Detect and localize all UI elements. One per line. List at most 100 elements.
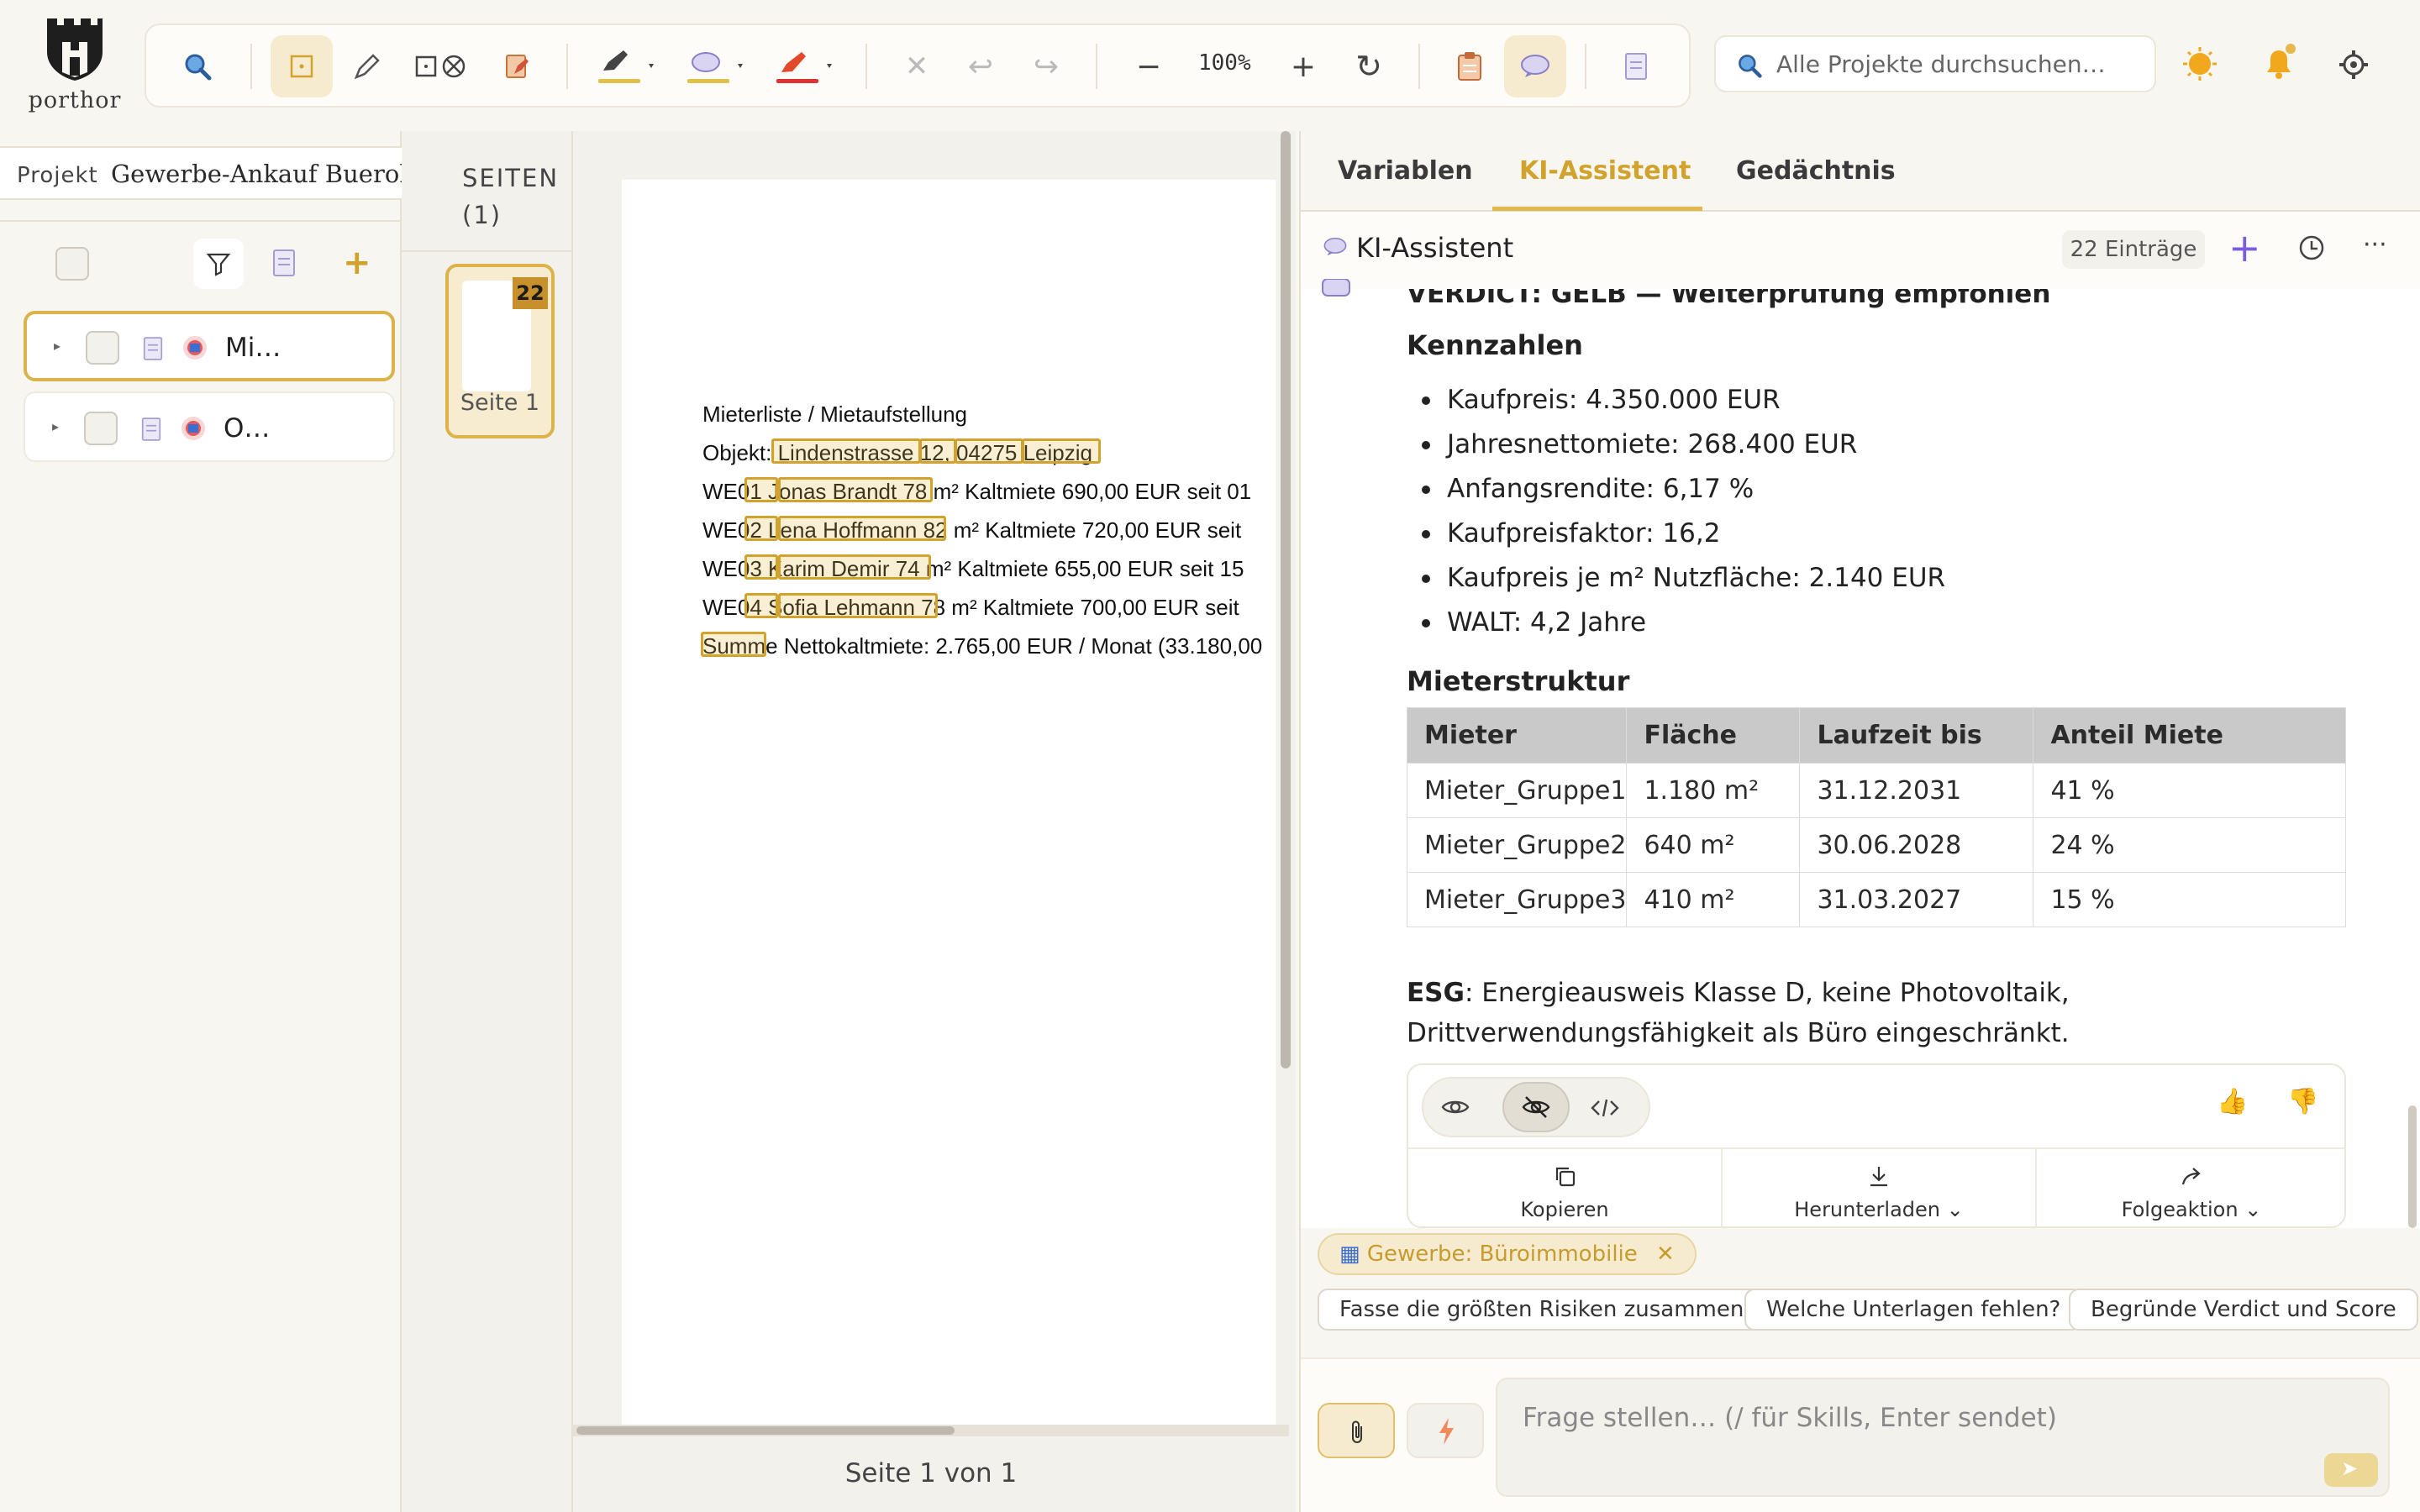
chat-toggle-button[interactable] <box>1504 35 1566 97</box>
category-chip[interactable]: ▦ Gewerbe: Büroimmobilie ✕ <box>1318 1233 1697 1275</box>
select-all-checkbox[interactable] <box>55 247 89 281</box>
zoom-out-button[interactable]: − <box>1118 35 1180 97</box>
caret-right-icon[interactable]: ▸ <box>54 338 60 354</box>
pen-icon <box>354 54 380 80</box>
viewer-horizontal-scrollbar[interactable] <box>573 1425 1289 1436</box>
close-icon[interactable]: ✕ <box>1656 1242 1675 1267</box>
comment-dropdown[interactable] <box>676 35 753 97</box>
attach-button[interactable] <box>1318 1403 1395 1458</box>
history-button[interactable] <box>2297 234 2326 265</box>
entity-highlight[interactable] <box>919 438 956 464</box>
pages-title: SEITEN <box>462 164 560 192</box>
entity-highlight[interactable] <box>744 593 778 618</box>
entity-highlight[interactable] <box>744 516 778 541</box>
zoom-in-button[interactable]: + <box>1272 35 1334 97</box>
table-cell: 24 % <box>2033 817 2346 873</box>
suggestion-chip[interactable]: Fasse die größten Risiken zusammen <box>1318 1289 1766 1331</box>
list-item: Kaufpreis je m² Nutzfläche: 2.140 EUR <box>1422 563 1945 593</box>
table-cell: 41 % <box>2033 763 2346 818</box>
send-button[interactable]: ➤ <box>2324 1453 2378 1487</box>
document-checkbox[interactable] <box>86 331 119 365</box>
theme-toggle-button[interactable] <box>2181 45 2218 82</box>
show-button[interactable] <box>1440 1094 1470 1124</box>
copy-button[interactable]: Kopieren <box>1408 1149 1721 1228</box>
redact-box-icon <box>415 55 466 78</box>
entity-highlight[interactable] <box>778 477 933 502</box>
rotate-button[interactable]: ↻ <box>1338 35 1400 97</box>
project-selector[interactable]: Projekt Gewerbe-Ankauf Buerohaus <box>0 146 424 200</box>
viewer-vertical-scrollbar[interactable] <box>1281 131 1291 1068</box>
close-icon: ✕ <box>904 50 929 83</box>
entity-highlight[interactable] <box>955 438 1023 464</box>
new-chat-button[interactable]: + <box>2228 225 2261 270</box>
tab-ai-assistant[interactable]: KI-Assistent <box>1519 156 1691 186</box>
entity-highlight[interactable] <box>778 593 938 618</box>
caret-right-icon[interactable]: ▸ <box>52 418 59 434</box>
category-label: Gewerbe: Büroimmobilie <box>1366 1242 1638 1267</box>
project-search-input[interactable]: Alle Projekte durchsuchen… <box>1714 35 2156 92</box>
clipboard-button[interactable] <box>1439 35 1501 97</box>
new-document-button[interactable] <box>272 249 296 281</box>
document-row[interactable]: ▸ Mi… <box>24 311 395 381</box>
tab-variables[interactable]: Variablen <box>1338 156 1473 186</box>
assistant-title: KI-Assistent <box>1356 232 1514 264</box>
pen-tool-button[interactable] <box>336 35 398 97</box>
notifications-button[interactable] <box>2259 42 2299 82</box>
settings-button[interactable] <box>2336 47 2371 82</box>
redact-tool-button[interactable] <box>405 35 481 97</box>
tab-memory[interactable]: Gedächtnis <box>1736 156 1896 186</box>
thumbs-up-button[interactable]: 👍 <box>2217 1087 2248 1116</box>
assistant-scrollbar[interactable] <box>2408 1105 2417 1228</box>
document-icon <box>1625 53 1647 80</box>
highlighter-dropdown[interactable] <box>587 35 664 97</box>
download-button[interactable]: Herunterladen ⌄ <box>1723 1149 2035 1228</box>
hide-button[interactable] <box>1502 1082 1570 1132</box>
color-pen-dropdown[interactable] <box>765 35 842 97</box>
list-item: Anfangsrendite: 6,17 % <box>1422 474 1754 504</box>
table-row: Mieter_Gruppe1 1.180 m² 31.12.2031 41 % <box>1407 763 2346 818</box>
pages-heading: SEITEN (1) <box>462 160 559 234</box>
chevron-down-icon: ⌄ <box>1946 1198 1964 1221</box>
ellipsis-icon: ··· <box>2363 230 2387 260</box>
entity-highlight[interactable] <box>771 438 921 464</box>
redo-button[interactable]: ↪ <box>1015 35 1077 97</box>
entity-highlight[interactable] <box>744 477 778 502</box>
scrollbar-thumb[interactable] <box>576 1426 955 1435</box>
mieter-heading: Mieterstruktur <box>1407 665 1630 697</box>
add-button[interactable]: + <box>343 244 371 282</box>
table-cell: 15 % <box>2033 872 2346 927</box>
select-tool-button[interactable] <box>271 35 333 97</box>
question-input[interactable]: Frage stellen… (/ für Skills, Enter send… <box>1496 1378 2390 1497</box>
entity-highlight[interactable] <box>1022 438 1101 464</box>
entity-highlight[interactable] <box>701 632 766 657</box>
thumbs-down-button[interactable]: 👎 <box>2287 1087 2318 1116</box>
note-tool-button[interactable] <box>486 35 548 97</box>
document-row[interactable]: ▸ O… <box>24 391 395 462</box>
document-checkbox[interactable] <box>84 412 118 445</box>
suggestion-chip[interactable]: Welche Unterlagen fehlen? <box>1744 1289 2083 1331</box>
app-logo[interactable]: porthor <box>25 17 124 116</box>
followup-button[interactable]: Folgeaktion ⌄ <box>2037 1149 2346 1228</box>
document-button[interactable] <box>1605 35 1667 97</box>
download-text: Herunterladen <box>1794 1198 1940 1221</box>
download-icon <box>1870 1167 1887 1187</box>
plus-icon: + <box>343 244 371 282</box>
skills-button[interactable] <box>1407 1403 1484 1458</box>
entity-highlight[interactable] <box>778 516 946 541</box>
page-thumbnail[interactable]: 22 Seite 1 <box>445 264 555 438</box>
filter-button[interactable] <box>193 239 244 289</box>
entity-highlight[interactable] <box>744 554 778 580</box>
more-options-button[interactable]: ··· <box>2363 230 2387 260</box>
table-cell: 1.180 m² <box>1626 763 1801 818</box>
suggestion-chip[interactable]: Begründe Verdict und Score <box>2069 1289 2418 1331</box>
panel-tabs: Variablen KI-Assistent Gedächtnis <box>1301 131 2420 212</box>
undo-button[interactable]: ↩ <box>950 35 1012 97</box>
source-code-button[interactable] <box>1590 1095 1620 1124</box>
active-tab-indicator <box>1492 207 1702 211</box>
delete-button[interactable]: ✕ <box>886 35 948 97</box>
paperclip-icon <box>1352 1420 1362 1443</box>
entity-highlight[interactable] <box>778 554 931 580</box>
lightning-icon <box>1439 1418 1454 1445</box>
column-header: Anteil Miete <box>2033 707 2346 764</box>
search-tool-button[interactable] <box>166 35 229 97</box>
